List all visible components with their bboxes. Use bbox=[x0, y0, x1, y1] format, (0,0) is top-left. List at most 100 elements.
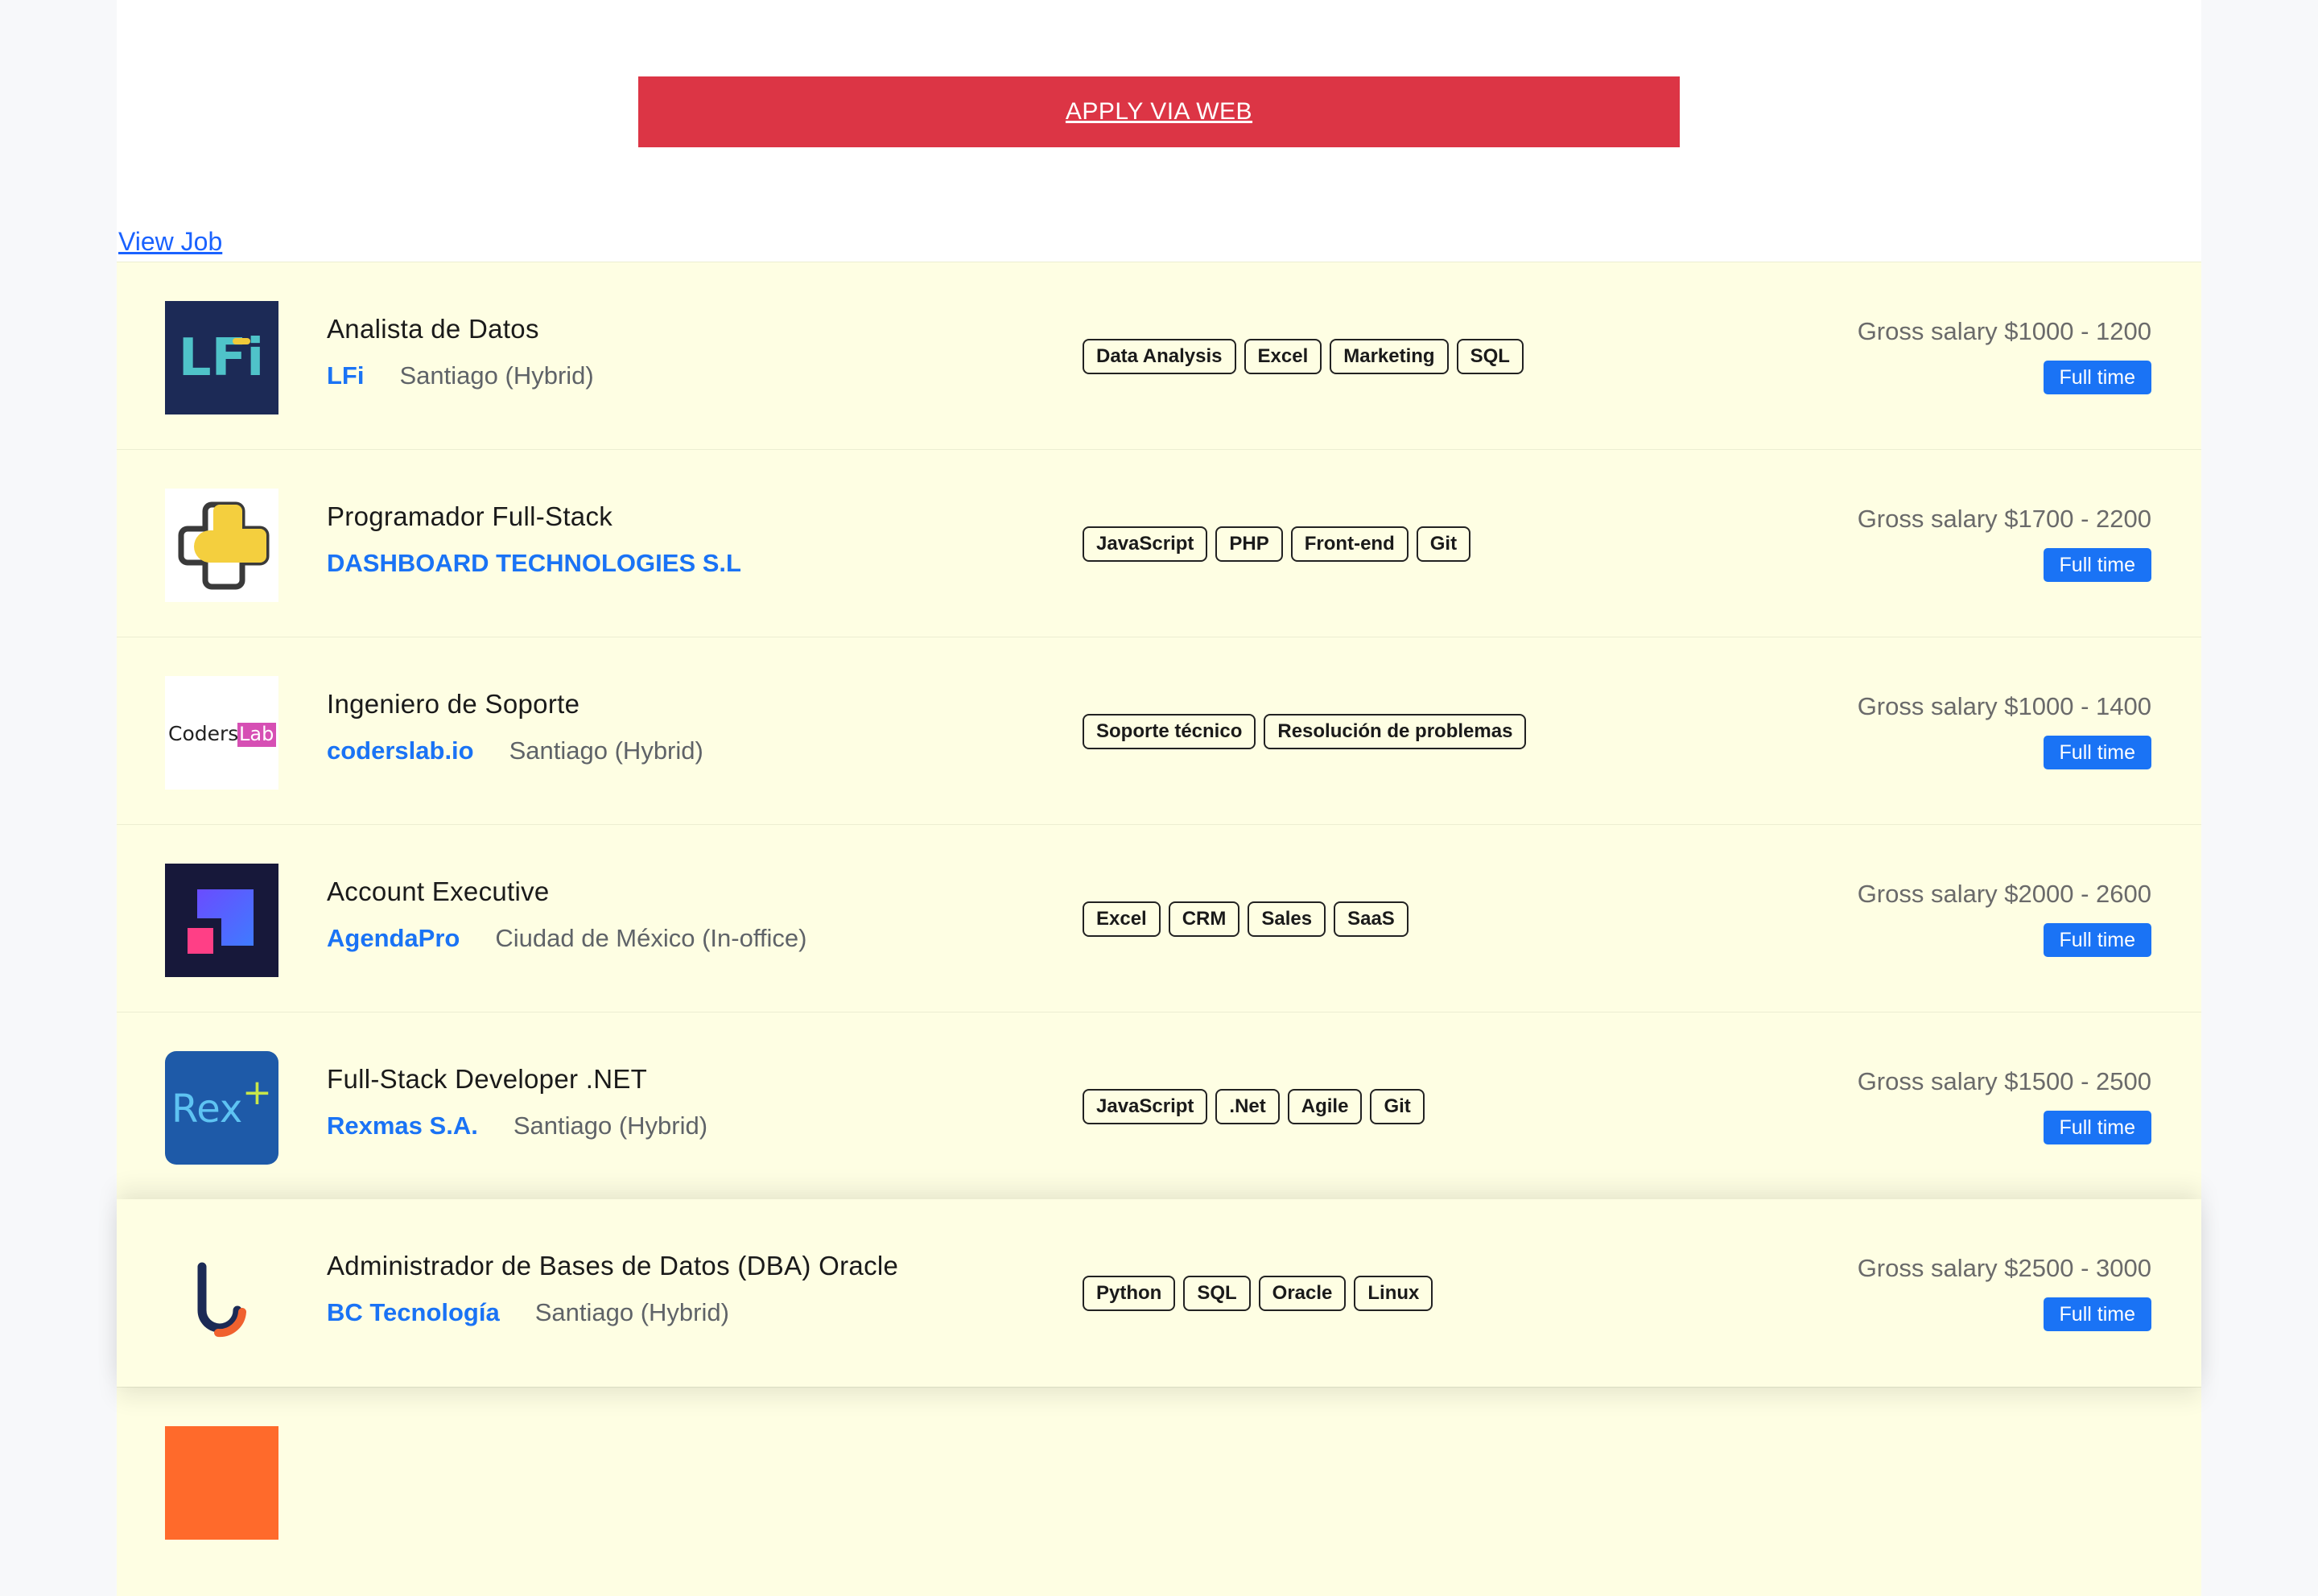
company-link[interactable]: Rexmas S.A. bbox=[327, 1111, 478, 1140]
view-job-link[interactable]: View Job bbox=[118, 227, 222, 257]
job-type-badge: Full time bbox=[2043, 736, 2151, 769]
job-title[interactable]: Programador Full-Stack bbox=[327, 501, 777, 532]
company-link[interactable]: AgendaPro bbox=[327, 924, 460, 952]
agendapro-logo[interactable] bbox=[165, 864, 278, 977]
company-logo[interactable] bbox=[165, 1426, 278, 1540]
tag[interactable]: Agile bbox=[1287, 1089, 1363, 1124]
salary-range: Gross salary $2500 - 3000 bbox=[1857, 1254, 2151, 1282]
tag[interactable]: Data Analysis bbox=[1083, 339, 1236, 374]
job-location: Ciudad de México (In-office) bbox=[495, 924, 807, 952]
tag-list: Python SQL Oracle Linux bbox=[1083, 1276, 1433, 1311]
job-row[interactable]: Administrador de Bases de Datos (DBA) Or… bbox=[117, 1199, 2201, 1387]
tag[interactable]: Git bbox=[1416, 526, 1471, 562]
job-row[interactable]: Programador Full-Stack DASHBOARD TECHNOL… bbox=[117, 449, 2201, 637]
job-type-badge: Full time bbox=[2043, 1111, 2151, 1144]
job-info: Programador Full-Stack DASHBOARD TECHNOL… bbox=[327, 501, 777, 584]
rexmas-logo-icon: Rex + bbox=[165, 1051, 278, 1165]
lfi-logo[interactable]: LFi bbox=[165, 301, 278, 414]
job-location: Santiago (Hybrid) bbox=[399, 361, 594, 390]
job-row[interactable]: LFi Analista de Datos LFi Santiago (Hybri… bbox=[117, 262, 2201, 449]
bc-tecnologia-logo-icon bbox=[165, 1238, 278, 1351]
job-title[interactable]: Ingeniero de Soporte bbox=[327, 689, 703, 720]
page: APPLY VIA WEB View Job LFi Analista de D… bbox=[117, 0, 2201, 1596]
tag[interactable]: Git bbox=[1370, 1089, 1425, 1124]
agendapro-logo-icon bbox=[165, 864, 278, 977]
job-title[interactable]: Account Executive bbox=[327, 876, 806, 907]
coderslab-logo-accent: Lab bbox=[239, 723, 274, 745]
tag[interactable]: Excel bbox=[1244, 339, 1322, 374]
job-title[interactable]: Administrador de Bases de Datos (DBA) Or… bbox=[327, 1251, 898, 1281]
tag-list: JavaScript .Net Agile Git bbox=[1083, 1089, 1425, 1124]
salary-range: Gross salary $1000 - 1400 bbox=[1857, 692, 2151, 720]
job-location: Santiago (Hybrid) bbox=[509, 736, 703, 765]
job-type-badge: Full time bbox=[2043, 548, 2151, 582]
job-meta: Rexmas S.A. Santiago (Hybrid) bbox=[327, 1111, 707, 1146]
tag[interactable]: Python bbox=[1083, 1276, 1176, 1311]
job-title[interactable]: Analista de Datos bbox=[327, 314, 594, 344]
tag[interactable]: SaaS bbox=[1334, 901, 1409, 937]
rexmas-logo-accent: + bbox=[242, 1072, 272, 1113]
tag[interactable]: JavaScript bbox=[1083, 1089, 1208, 1124]
tag[interactable]: .Net bbox=[1215, 1089, 1280, 1124]
tag[interactable]: Front-end bbox=[1290, 526, 1409, 562]
job-type-badge: Full time bbox=[2043, 923, 2151, 957]
tag[interactable]: Linux bbox=[1354, 1276, 1433, 1311]
tag-list: Data Analysis Excel Marketing SQL bbox=[1083, 339, 1524, 374]
company-link[interactable]: DASHBOARD TECHNOLOGIES S.L bbox=[327, 549, 741, 577]
tag-list: Excel CRM Sales SaaS bbox=[1083, 901, 1409, 937]
bc-tecnologia-logo[interactable] bbox=[165, 1238, 278, 1351]
job-meta: BC Tecnología Santiago (Hybrid) bbox=[327, 1297, 898, 1333]
company-link[interactable]: coderslab.io bbox=[327, 736, 474, 765]
tag[interactable]: Resolución de problemas bbox=[1264, 714, 1527, 749]
lfi-logo-text: LFi bbox=[179, 328, 264, 388]
coderslab-logo-text: Coders bbox=[168, 722, 238, 745]
job-info: Analista de Datos LFi Santiago (Hybrid) bbox=[327, 314, 594, 396]
apply-button[interactable]: APPLY VIA WEB bbox=[638, 76, 1680, 147]
job-meta: LFi Santiago (Hybrid) bbox=[327, 361, 594, 396]
apply-via-web-link[interactable]: APPLY VIA WEB bbox=[1066, 98, 1252, 126]
tag[interactable]: Soporte técnico bbox=[1083, 714, 1256, 749]
dashboard-logo-icon bbox=[165, 489, 278, 602]
tag[interactable]: SQL bbox=[1183, 1276, 1251, 1311]
job-type-badge: Full time bbox=[2043, 361, 2151, 394]
coderslab-logo[interactable]: Coders Lab bbox=[165, 676, 278, 790]
job-row[interactable]: Rex + Full-Stack Developer .NET Rexmas S… bbox=[117, 1012, 2201, 1199]
job-meta: DASHBOARD TECHNOLOGIES S.L bbox=[327, 548, 777, 584]
tag[interactable]: CRM bbox=[1168, 901, 1240, 937]
job-info: Ingeniero de Soporte coderslab.io Santiag… bbox=[327, 689, 703, 771]
job-type-badge: Full time bbox=[2043, 1297, 2151, 1331]
coderslab-logo-icon: Coders Lab bbox=[165, 676, 278, 790]
rexmas-logo-text: Rex bbox=[171, 1087, 242, 1132]
salary-range: Gross salary $1500 - 2500 bbox=[1857, 1067, 2151, 1095]
tag[interactable]: Excel bbox=[1083, 901, 1161, 937]
job-row[interactable]: Account Executive AgendaPro Ciudad de Méx… bbox=[117, 824, 2201, 1012]
job-meta: AgendaPro Ciudad de México (In-office) bbox=[327, 923, 806, 959]
job-row[interactable] bbox=[117, 1387, 2201, 1596]
job-list: LFi Analista de Datos LFi Santiago (Hybri… bbox=[117, 262, 2201, 1596]
job-row[interactable]: Coders Lab Ingeniero de Soporte codersla… bbox=[117, 637, 2201, 824]
salary-range: Gross salary $1700 - 2200 bbox=[1857, 505, 2151, 533]
company-logo-icon bbox=[165, 1426, 278, 1540]
job-meta: coderslab.io Santiago (Hybrid) bbox=[327, 736, 703, 771]
tag[interactable]: Marketing bbox=[1330, 339, 1449, 374]
job-info: Full-Stack Developer .NET Rexmas S.A. San… bbox=[327, 1064, 707, 1146]
company-link[interactable]: BC Tecnología bbox=[327, 1298, 500, 1326]
job-location: Santiago (Hybrid) bbox=[534, 1298, 729, 1326]
dashboard-logo[interactable] bbox=[165, 489, 278, 602]
company-link[interactable]: LFi bbox=[327, 361, 365, 390]
tag[interactable]: PHP bbox=[1215, 526, 1283, 562]
tag[interactable]: JavaScript bbox=[1083, 526, 1208, 562]
salary-range: Gross salary $1000 - 1200 bbox=[1857, 317, 2151, 345]
salary-range: Gross salary $2000 - 2600 bbox=[1857, 880, 2151, 908]
lfi-logo-icon: LFi bbox=[165, 301, 278, 414]
job-title[interactable]: Full-Stack Developer .NET bbox=[327, 1064, 707, 1095]
tag[interactable]: Sales bbox=[1248, 901, 1326, 937]
job-info: Administrador de Bases de Datos (DBA) Or… bbox=[327, 1251, 898, 1333]
tag[interactable]: Oracle bbox=[1258, 1276, 1347, 1311]
tag-list: Soporte técnico Resolución de problemas bbox=[1083, 714, 1527, 749]
tag[interactable]: SQL bbox=[1456, 339, 1524, 374]
rexmas-logo[interactable]: Rex + bbox=[165, 1051, 278, 1165]
job-location: Santiago (Hybrid) bbox=[513, 1111, 708, 1140]
tag-list: JavaScript PHP Front-end Git bbox=[1083, 526, 1471, 562]
job-info: Account Executive AgendaPro Ciudad de Méx… bbox=[327, 876, 806, 959]
